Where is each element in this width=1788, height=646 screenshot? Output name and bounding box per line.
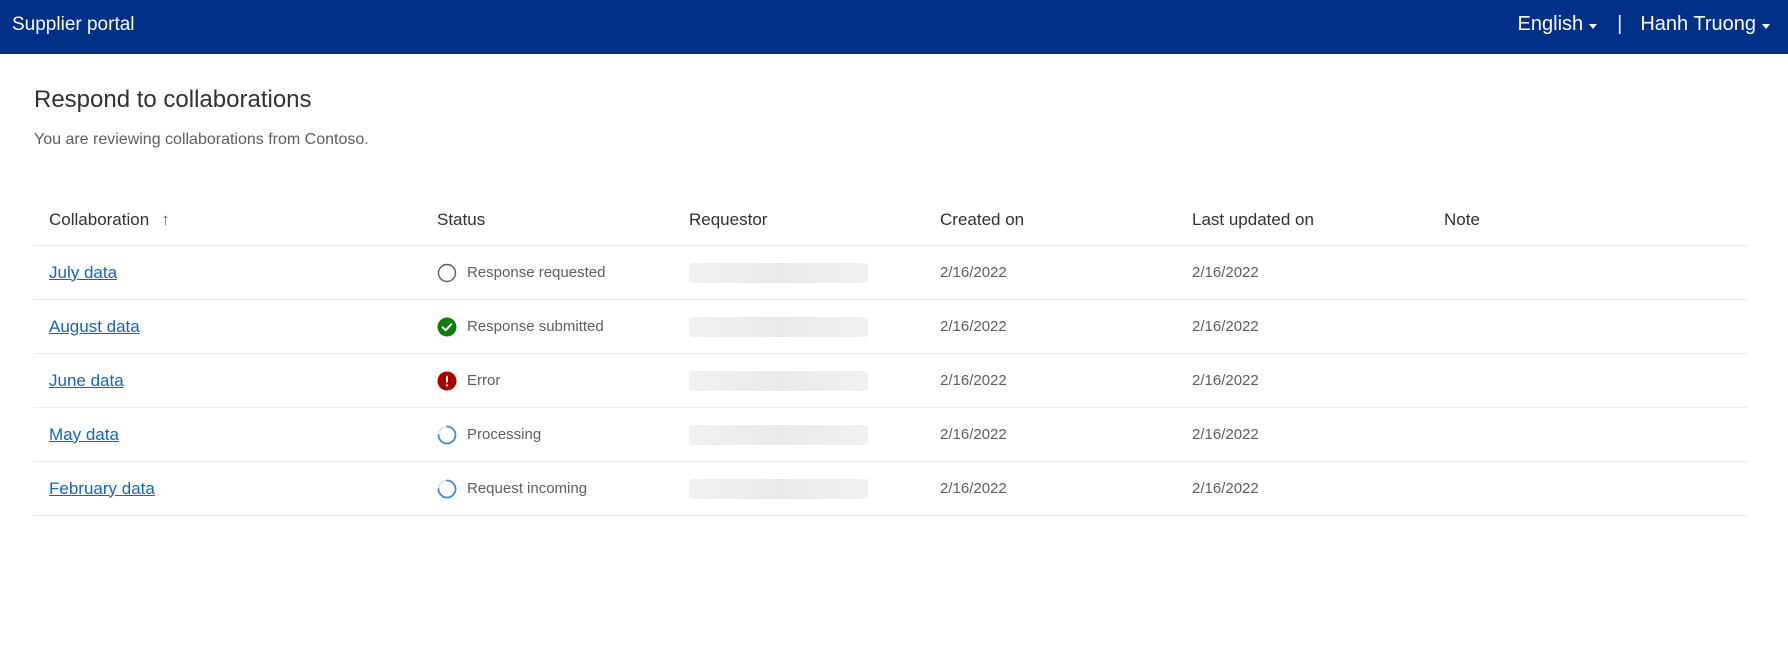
- created-on-cell: 2/16/2022: [940, 480, 1007, 497]
- last-updated-on-cell: 2/16/2022: [1192, 426, 1259, 443]
- column-header-created-on[interactable]: Created on: [940, 210, 1192, 230]
- requestor-cell: [689, 316, 940, 337]
- table-row: July data Response requested 2/16/2022 2…: [34, 246, 1747, 300]
- collaboration-link[interactable]: May data: [49, 425, 119, 444]
- page-title: Respond to collaborations: [34, 86, 312, 113]
- user-menu-button[interactable]: Hanh Truong: [1640, 13, 1770, 36]
- last-updated-on-cell: 2/16/2022: [1192, 318, 1259, 335]
- last-updated-on-cell: 2/16/2022: [1192, 372, 1259, 389]
- empty-circle-icon: [437, 263, 457, 282]
- status-text: Request incoming: [467, 480, 588, 497]
- collaboration-cell: June data: [34, 371, 437, 391]
- created-on-cell: 2/16/2022: [940, 264, 1007, 281]
- collaboration-link[interactable]: August data: [49, 317, 140, 336]
- header-controls: English | Hanh Truong: [1518, 13, 1770, 36]
- created-on-cell: 2/16/2022: [940, 372, 1007, 389]
- app-title[interactable]: Supplier portal: [12, 14, 135, 36]
- redacted-requestor: [689, 478, 868, 499]
- column-header-status[interactable]: Status: [437, 210, 689, 230]
- last-updated-on-cell: 2/16/2022: [1192, 264, 1259, 281]
- header-separator: |: [1617, 13, 1623, 35]
- language-menu-button[interactable]: English: [1518, 13, 1598, 36]
- spinner-icon: [437, 425, 457, 444]
- chevron-down-icon: [1589, 23, 1598, 29]
- top-navigation-bar: Supplier portal English | Hanh Truong: [0, 0, 1788, 54]
- status-cell: Processing: [437, 425, 689, 445]
- requestor-cell: [689, 262, 940, 283]
- collaboration-cell: May data: [34, 425, 437, 445]
- requestor-cell: [689, 370, 940, 391]
- status-text: Response submitted: [467, 318, 604, 335]
- page-subtitle: You are reviewing collaborations from Co…: [34, 131, 369, 148]
- check-circle-icon: [437, 317, 457, 336]
- column-header-collaboration[interactable]: Collaboration ↑: [34, 210, 437, 230]
- status-cell: Response submitted: [437, 317, 689, 337]
- last-updated-on-cell: 2/16/2022: [1192, 480, 1259, 497]
- language-label: English: [1517, 13, 1584, 35]
- collaboration-link[interactable]: June data: [49, 371, 124, 390]
- table-row: May data Processing 2/16/2022 2/16/2022: [34, 408, 1747, 462]
- status-text: Processing: [467, 426, 542, 443]
- requestor-cell: [689, 424, 940, 445]
- chevron-down-icon: [1762, 23, 1770, 29]
- redacted-requestor: [689, 424, 868, 445]
- status-cell: Request incoming: [437, 479, 689, 499]
- status-text: Response requested: [467, 264, 606, 281]
- table-row: June data Error 2/16/2022 2/16/2022: [34, 354, 1747, 408]
- collaboration-link[interactable]: February data: [49, 479, 155, 498]
- column-header-requestor[interactable]: Requestor: [689, 210, 940, 230]
- status-cell: Error: [437, 371, 689, 391]
- redacted-requestor: [689, 262, 868, 283]
- status-cell: Response requested: [437, 263, 689, 283]
- table-header-row: Collaboration ↑ Status Requestor Created…: [34, 194, 1747, 246]
- status-text: Error: [467, 372, 501, 389]
- column-header-label: Collaboration: [49, 209, 150, 229]
- created-on-cell: 2/16/2022: [940, 318, 1007, 335]
- spinner-icon: [437, 479, 457, 498]
- collaboration-cell: February data: [34, 479, 437, 499]
- redacted-requestor: [689, 370, 868, 391]
- collaboration-cell: July data: [34, 263, 437, 283]
- collaboration-cell: August data: [34, 317, 437, 337]
- collaborations-table: Collaboration ↑ Status Requestor Created…: [34, 194, 1747, 516]
- table-row: February data Request incoming 2/16/2022…: [34, 462, 1747, 516]
- column-header-last-updated-on[interactable]: Last updated on: [1192, 210, 1444, 230]
- collaboration-link[interactable]: July data: [49, 263, 117, 282]
- table-row: August data Response submitted 2/16/2022…: [34, 300, 1747, 354]
- created-on-cell: 2/16/2022: [940, 426, 1007, 443]
- redacted-requestor: [689, 316, 868, 337]
- column-header-note[interactable]: Note: [1444, 210, 1744, 230]
- error-circle-icon: [437, 371, 457, 390]
- requestor-cell: [689, 478, 940, 499]
- sort-ascending-icon: ↑: [161, 209, 170, 229]
- user-name: Hanh Truong: [1640, 13, 1756, 35]
